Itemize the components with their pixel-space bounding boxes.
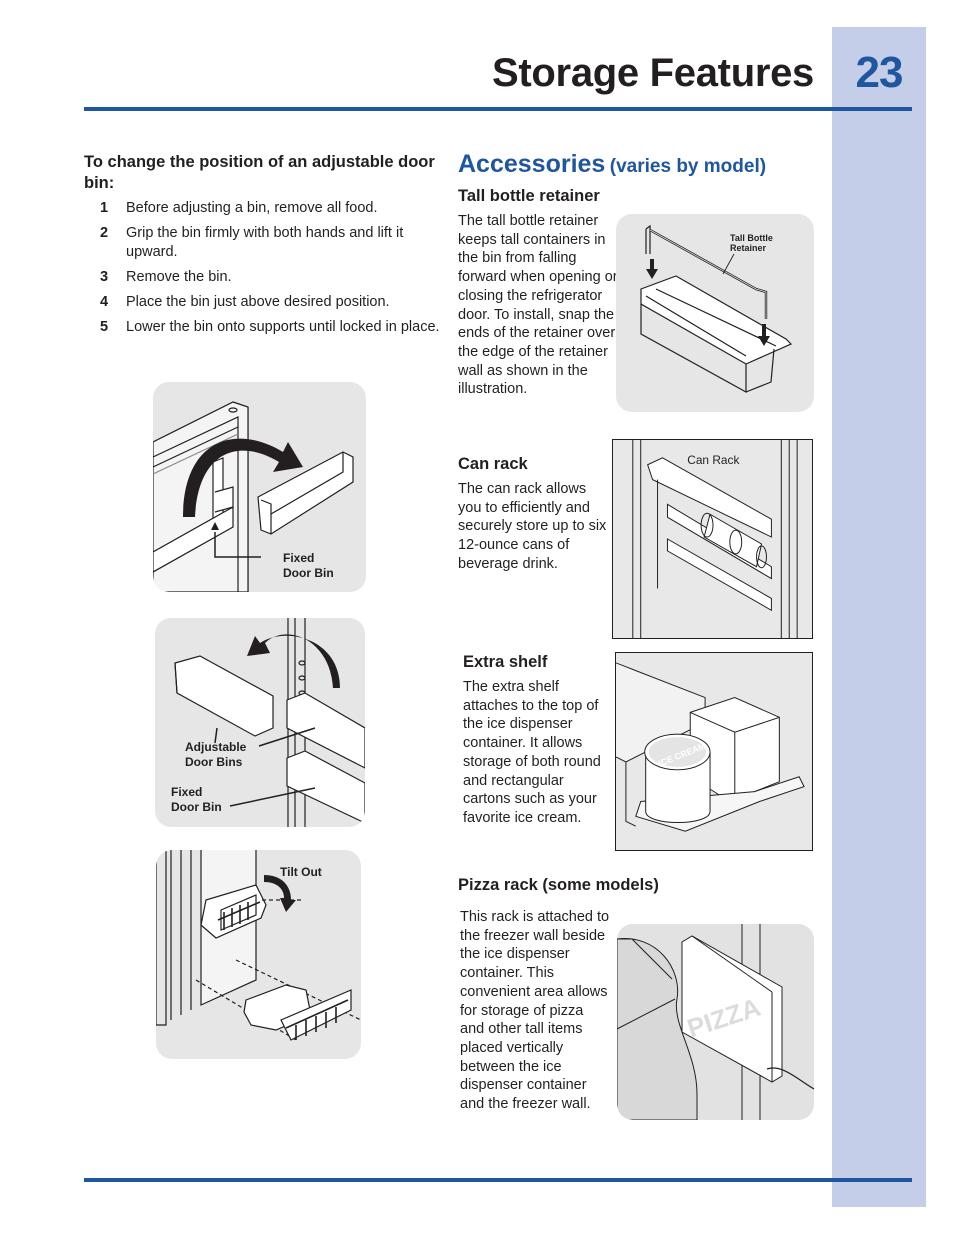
extra-shelf-icon: ICE CREAM ICE CREAM <box>616 662 805 832</box>
can-rack-text: The can rack allows you to efficiently a… <box>458 481 607 572</box>
page-sidebar-tab <box>832 27 926 1207</box>
accessories-note: (varies by model) <box>609 156 767 177</box>
fixed-door-bin-illustration: Fixed Door Bin <box>153 382 366 592</box>
step-number: 5 <box>100 318 109 335</box>
adjustable-door-bins-illustration: Adjustable Door Bins Fixed Door Bin <box>155 618 365 827</box>
step-number: 1 <box>100 200 109 216</box>
page-number: 23 <box>855 48 904 97</box>
fixed-door-bin-label: Fixed <box>171 785 202 799</box>
can-rack-icon: Can Rack <box>632 440 798 638</box>
extra-shelf-title: Extra shelf <box>463 653 548 671</box>
tilt-out-label: Tilt Out <box>280 865 322 879</box>
adjustable-door-bins-label: Door Bins <box>185 755 243 769</box>
tall-bottle-retainer-label: Tall Bottle <box>730 233 773 243</box>
tilt-out-bin-illustration: Tilt Out <box>156 850 361 1059</box>
step-number: 2 <box>100 225 109 241</box>
tall-bottle-retainer-title: Tall bottle retainer <box>458 187 600 205</box>
adjustable-bin-heading: To change the position of an adjustable … <box>84 153 435 192</box>
step-item: 5 Lower the bin onto supports until locke… <box>100 318 440 337</box>
step-text: Place the bin just above desired positio… <box>126 293 390 310</box>
can-rack-label: Can Rack <box>687 453 739 467</box>
adjustable-door-bins-icon: Adjustable Door Bins Fixed Door Bin <box>171 618 365 827</box>
pizza-rack-illustration: PIZZA <box>617 924 814 1120</box>
tall-bottle-retainer-illustration: Tall Bottle Retainer <box>616 214 814 412</box>
extra-shelf-text: The extra shelf attaches to the top of t… <box>463 679 601 826</box>
step-text: Grip the bin firmly with both hands and … <box>126 225 404 260</box>
extra-shelf-illustration: ICE CREAM ICE CREAM <box>615 652 813 851</box>
can-rack-title: Can rack <box>458 455 528 473</box>
tall-bottle-retainer-label: Retainer <box>730 243 767 253</box>
step-text: Before adjusting a bin, remove all food. <box>126 200 378 216</box>
pizza-rack-title: Pizza rack (some models) <box>458 876 659 894</box>
pizza-rack-text: This rack is attached to the freezer wal… <box>460 909 610 1113</box>
step-number: 3 <box>100 268 109 285</box>
tall-bottle-retainer-text: The tall bottle retainer keeps tall cont… <box>458 213 618 398</box>
tilt-out-bin-icon: Tilt Out <box>156 850 361 1041</box>
step-text: Remove the bin. <box>126 268 232 285</box>
page-title: Storage Features <box>492 51 814 95</box>
header-rule <box>84 107 912 111</box>
step-item: 1 Before adjusting a bin, remove all food… <box>100 199 440 218</box>
step-item: 4 Place the bin just above desired positi… <box>100 293 440 312</box>
step-item: 3 Remove the bin. <box>100 268 440 287</box>
adjustable-bin-steps: 1 Before adjusting a bin, remove all food… <box>100 199 440 343</box>
tall-bottle-retainer-icon: Tall Bottle Retainer <box>640 224 793 394</box>
step-number: 4 <box>100 293 109 310</box>
pizza-rack-icon: PIZZA <box>617 924 814 1120</box>
accessories-title: Accessories <box>458 150 606 178</box>
can-rack-illustration: Can Rack <box>612 439 813 639</box>
fixed-door-bin-label: Fixed <box>283 551 314 565</box>
accessories-heading: Accessories (varies by model) <box>458 150 766 179</box>
step-text: Lower the bin onto supports until locked… <box>126 318 440 335</box>
fixed-door-bin-label: Door Bin <box>171 800 222 814</box>
fixed-door-bin-removal-icon: Fixed Door Bin <box>153 401 354 592</box>
footer-rule <box>84 1178 912 1182</box>
step-item: 2 Grip the bin firmly with both hands and… <box>100 224 440 261</box>
ice-cream-box-label: ICE CREAM <box>708 710 758 720</box>
adjustable-door-bins-label: Adjustable <box>185 740 247 754</box>
fixed-door-bin-label: Door Bin <box>283 566 334 580</box>
